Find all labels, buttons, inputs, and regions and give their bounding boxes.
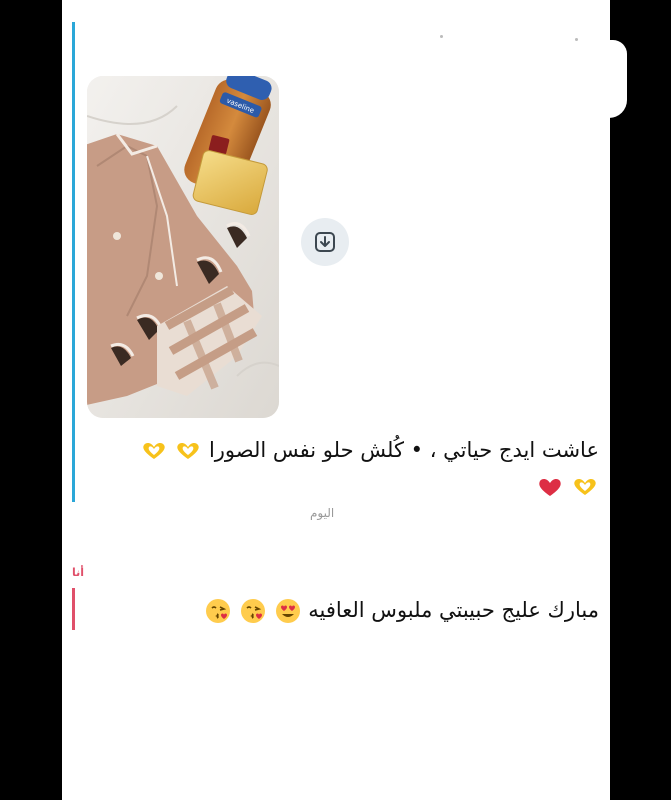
heart-eyes-emoji — [275, 599, 300, 623]
day-divider: اليوم — [310, 506, 335, 520]
heart-hands-emoji — [142, 442, 165, 459]
speck — [440, 35, 443, 38]
download-icon — [315, 232, 335, 252]
pajama-photo-illustration: vaseline — [87, 76, 279, 418]
message-accent-bar — [72, 22, 75, 502]
message-text: مبارك عليج حبيبتي ملبوس العافيه — [119, 592, 599, 628]
heart-hands-emoji — [177, 442, 199, 459]
kissing-heart-emoji — [240, 599, 265, 623]
attached-photo[interactable]: vaseline — [87, 76, 279, 418]
edge-shape — [603, 40, 627, 118]
heart-hands-emoji — [574, 478, 596, 495]
red-heart-emoji — [539, 478, 562, 496]
download-button[interactable] — [301, 218, 349, 266]
kissing-heart-emoji — [206, 599, 231, 623]
message-body: مبارك عليج حبيبتي ملبوس العافيه — [308, 598, 599, 622]
message-body: عاشت ايدج حياتي ، • كُلش حلو نفس الصورا — [208, 438, 599, 462]
message-accent-bar — [72, 588, 75, 630]
sender-name: أنا — [72, 566, 85, 579]
message-text: عاشت ايدج حياتي ، • كُلش حلو نفس الصورا — [119, 432, 599, 504]
speck — [575, 38, 578, 41]
